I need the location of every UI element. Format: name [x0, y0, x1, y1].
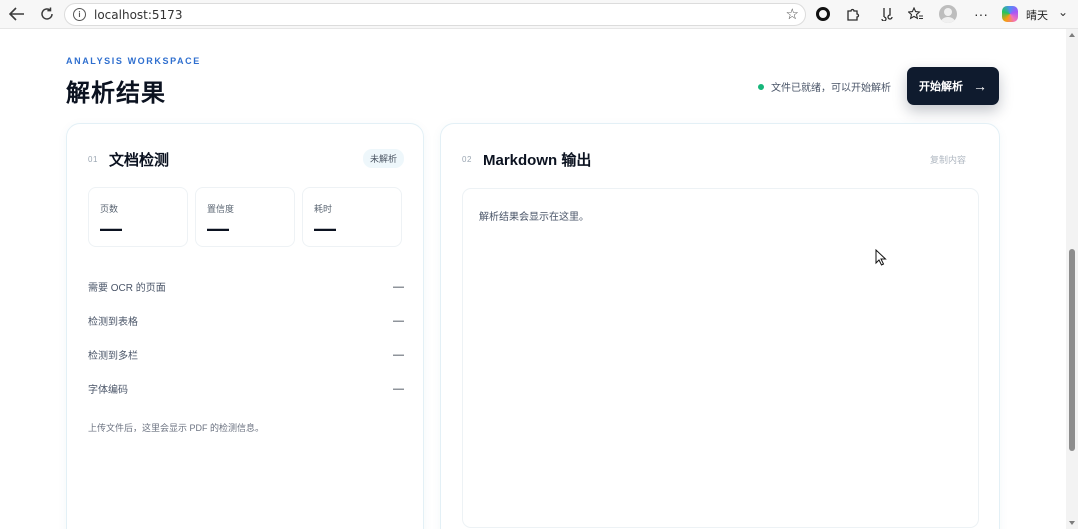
- vertical-scrollbar[interactable]: [1066, 29, 1078, 529]
- panel-title: Markdown 输出: [483, 152, 592, 169]
- browser-toolbar: i localhost:5173 ☆ ··· 晴天 ⌄: [0, 0, 1078, 29]
- address-bar[interactable]: i localhost:5173 ☆: [64, 3, 806, 26]
- page-title: 解析结果: [66, 80, 166, 107]
- stat-value: —: [207, 216, 229, 241]
- row-label: 检测到多栏: [88, 351, 138, 362]
- url-text: localhost:5173: [94, 7, 183, 22]
- page-content: ANALYSIS WORKSPACE 解析结果 文件已就绪，可以开始解析 开始解…: [0, 29, 1066, 529]
- stat-label: 置信度: [207, 204, 235, 214]
- info-icon[interactable]: i: [73, 8, 86, 21]
- stat-value: —: [314, 216, 336, 241]
- list-item: 检测到表格 —: [88, 313, 404, 329]
- panel-title: 文档检测: [109, 152, 170, 169]
- row-label: 字体编码: [88, 385, 128, 396]
- stat-value: —: [100, 216, 122, 241]
- row-label: 检测到表格: [88, 317, 138, 328]
- list-item: 需要 OCR 的页面 —: [88, 279, 404, 295]
- puzzle-icon[interactable]: [843, 5, 863, 23]
- avatar[interactable]: [938, 5, 958, 23]
- row-value: —: [393, 348, 404, 361]
- scroll-up-icon[interactable]: [1069, 33, 1075, 37]
- favorites-icon[interactable]: [906, 5, 926, 23]
- status-dot-icon: [758, 83, 764, 90]
- back-arrow-icon[interactable]: [6, 4, 28, 24]
- more-icon[interactable]: ···: [971, 5, 991, 23]
- status-badge: 未解析: [363, 149, 405, 168]
- panel-number: 02: [462, 155, 472, 164]
- stat-label: 耗时: [314, 204, 333, 214]
- stat-card-confidence: 置信度 —: [195, 187, 295, 247]
- output-placeholder: 解析结果会显示在这里。: [479, 212, 589, 223]
- profile-name[interactable]: 晴天: [1026, 7, 1048, 23]
- copilot-icon[interactable]: [1000, 5, 1020, 23]
- copy-content-button[interactable]: 复制内容: [930, 153, 966, 166]
- start-parse-label: 开始解析: [919, 81, 963, 93]
- detection-panel: 01 文档检测 未解析 页数 — 置信度 — 耗时 — 需要 OCR 的页面 —…: [66, 123, 424, 529]
- sync-icon[interactable]: [877, 5, 897, 23]
- mouse-cursor-icon: [875, 248, 887, 271]
- stat-card-duration: 耗时 —: [302, 187, 402, 247]
- hint-text: 上传文件后，这里会显示 PDF 的检测信息。: [88, 423, 265, 433]
- scrollbar-thumb[interactable]: [1069, 249, 1075, 451]
- row-label: 需要 OCR 的页面: [88, 283, 166, 294]
- row-value: —: [393, 280, 404, 293]
- list-item: 字体编码 —: [88, 381, 404, 397]
- status-text: 文件已就绪，可以开始解析: [771, 83, 891, 94]
- markdown-output-area[interactable]: 解析结果会显示在这里。: [462, 188, 979, 528]
- stat-label: 页数: [100, 204, 119, 214]
- output-panel: 02 Markdown 输出 复制内容 解析结果会显示在这里。: [440, 123, 1000, 529]
- scroll-down-icon[interactable]: [1069, 521, 1075, 525]
- star-icon[interactable]: ☆: [786, 5, 799, 23]
- stat-card-pages: 页数 —: [88, 187, 188, 247]
- extension-circle-icon[interactable]: [813, 5, 833, 23]
- list-item: 检测到多栏 —: [88, 347, 404, 363]
- row-value: —: [393, 382, 404, 395]
- panel-number: 01: [88, 155, 98, 164]
- start-parse-button[interactable]: 开始解析 →: [907, 67, 999, 105]
- row-value: —: [393, 314, 404, 327]
- arrow-right-icon: →: [973, 78, 987, 94]
- section-eyebrow: ANALYSIS WORKSPACE: [66, 56, 201, 66]
- reload-icon[interactable]: [36, 4, 58, 24]
- status-indicator: 文件已就绪，可以开始解析: [758, 79, 891, 94]
- chevron-down-icon[interactable]: ⌄: [1058, 5, 1068, 19]
